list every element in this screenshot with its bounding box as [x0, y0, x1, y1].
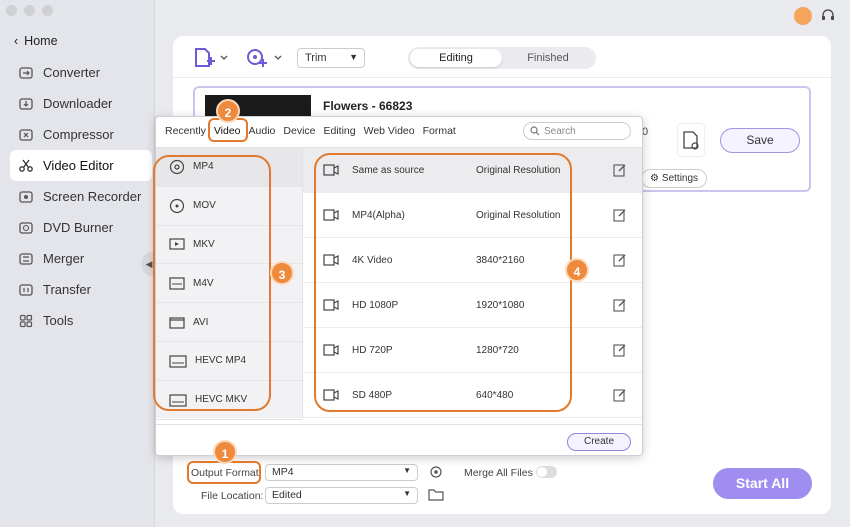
sidebar-item-label: Screen Recorder	[43, 189, 142, 204]
sidebar-item-merger[interactable]: Merger	[10, 243, 152, 274]
video-title: Flowers - 66823	[323, 99, 413, 113]
output-format-select[interactable]: MP4 ▼	[265, 464, 418, 481]
trim-dropdown[interactable]: Trim ▼	[297, 48, 365, 68]
trim-label: Trim	[305, 52, 327, 64]
tools-icon	[18, 313, 34, 329]
add-media-icon[interactable]	[246, 48, 284, 68]
tab-audio[interactable]: Audio	[249, 125, 276, 137]
file-location-select[interactable]: Edited ▼	[265, 487, 418, 504]
format-search-input[interactable]: Search	[523, 122, 631, 140]
start-all-button[interactable]: Start All	[713, 468, 812, 499]
tab-finished[interactable]: Finished	[502, 49, 594, 67]
sidebar-item-label: Compressor	[43, 127, 114, 142]
dvd-icon	[18, 220, 34, 236]
downloader-icon	[18, 96, 34, 112]
chevron-left-icon: ‹	[14, 34, 19, 48]
merger-icon	[18, 251, 34, 267]
tab-format[interactable]: Format	[423, 125, 456, 137]
bottom-bar: Output Format: MP4 ▼ Merge All Files Fil…	[173, 454, 831, 514]
format-settings-icon[interactable]	[428, 464, 444, 480]
sidebar-nav: Converter Downloader Compressor Video Ed…	[10, 57, 152, 336]
edit-icon[interactable]	[613, 163, 627, 177]
folder-icon[interactable]	[428, 487, 444, 502]
save-button[interactable]: Save	[720, 128, 800, 153]
chevron-down-icon: ▼	[349, 52, 358, 62]
edit-icon[interactable]	[613, 343, 627, 357]
sidebar-item-label: Transfer	[43, 282, 91, 297]
home-link[interactable]: ‹ Home	[14, 34, 58, 48]
sidebar-item-transfer[interactable]: Transfer	[10, 274, 152, 305]
sidebar-item-label: Merger	[43, 251, 85, 266]
tab-recently[interactable]: Recently	[165, 125, 206, 137]
view-segmented-control: Editing Finished	[408, 47, 596, 69]
output-format-value: MP4	[272, 466, 294, 478]
gear-icon: ⚙	[649, 173, 659, 184]
sidebar-item-converter[interactable]: Converter	[10, 57, 152, 88]
sidebar-item-label: Downloader	[43, 96, 113, 111]
maximize-window-button[interactable]	[42, 5, 53, 16]
highlight-output-format	[187, 461, 261, 484]
search-icon	[530, 126, 540, 136]
edit-icon[interactable]	[613, 388, 627, 402]
edit-icon[interactable]	[613, 298, 627, 312]
chevron-down-icon: ▼	[403, 466, 411, 475]
sidebar-item-label: DVD Burner	[43, 220, 114, 235]
minimize-window-button[interactable]	[24, 5, 35, 16]
screen-recorder-icon	[18, 189, 34, 205]
edit-icon[interactable]	[613, 253, 627, 267]
annotation-badge-3: 3	[270, 261, 294, 285]
annotation-badge-4: 4	[565, 258, 589, 282]
merge-toggle[interactable]	[536, 466, 557, 478]
sidebar-item-label: Tools	[43, 313, 74, 328]
merge-all-files-label: Merge All Files	[464, 467, 533, 479]
create-button[interactable]: Create	[567, 433, 631, 451]
settings-button[interactable]: ⚙ Settings	[641, 169, 707, 188]
sidebar-item-tools[interactable]: Tools	[10, 305, 152, 336]
file-location-label: File Location:	[201, 490, 264, 502]
user-avatar-icon[interactable]	[794, 7, 812, 25]
sidebar-item-dvd-burner[interactable]: DVD Burner	[10, 212, 152, 243]
annotation-badge-1: 1	[213, 440, 237, 464]
sidebar-item-screen-recorder[interactable]: Screen Recorder	[10, 181, 152, 212]
sidebar: ‹ Home Converter Downloader Compressor V…	[0, 0, 155, 527]
tab-editing[interactable]: Editing	[410, 49, 502, 67]
compressor-icon	[18, 127, 34, 143]
file-location-value: Edited	[272, 489, 302, 501]
tab-web-video[interactable]: Web Video	[364, 125, 415, 137]
annotation-badge-2: 2	[216, 99, 240, 123]
editor-toolbar: Trim ▼ Editing Finished	[173, 36, 831, 78]
scissors-icon	[18, 158, 34, 174]
converter-icon	[18, 65, 34, 81]
output-settings-icon[interactable]	[677, 123, 705, 157]
sidebar-item-video-editor[interactable]: Video Editor	[10, 150, 152, 181]
sidebar-item-downloader[interactable]: Downloader	[10, 88, 152, 119]
close-window-button[interactable]	[6, 5, 17, 16]
edit-icon[interactable]	[613, 208, 627, 222]
window-controls	[6, 5, 53, 16]
add-file-icon[interactable]	[194, 48, 228, 68]
tab-editing[interactable]: Editing	[324, 125, 356, 137]
settings-label: Settings	[661, 173, 699, 184]
home-label: Home	[24, 34, 58, 48]
sidebar-item-compressor[interactable]: Compressor	[10, 119, 152, 150]
highlight-format-list	[153, 155, 271, 411]
search-placeholder: Search	[544, 125, 576, 137]
sidebar-item-label: Converter	[43, 65, 101, 80]
chevron-down-icon: ▼	[403, 489, 411, 498]
sidebar-item-label: Video Editor	[43, 158, 114, 173]
transfer-icon	[18, 282, 34, 298]
tab-device[interactable]: Device	[283, 125, 315, 137]
highlight-preset-list	[314, 153, 572, 412]
headset-icon[interactable]	[820, 7, 836, 23]
